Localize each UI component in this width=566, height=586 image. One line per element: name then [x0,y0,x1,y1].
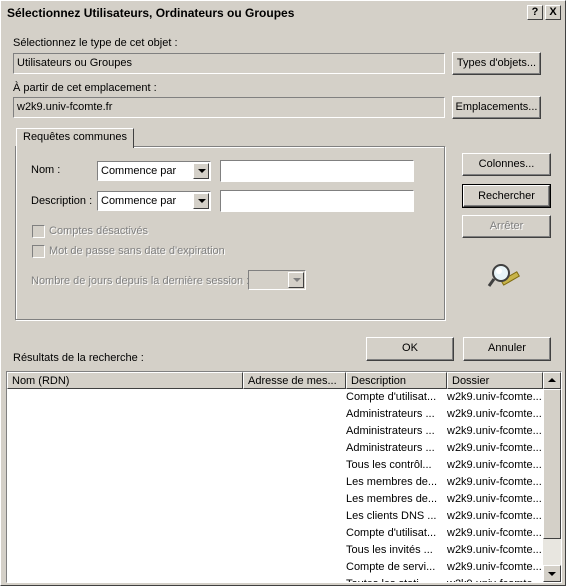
help-button[interactable]: ? [527,5,543,20]
ok-button[interactable]: OK [366,337,454,361]
row-description: Compte d'utilisat... [346,527,437,539]
object-types-button[interactable]: Types d'objets... [452,52,541,75]
description-mode-value: Commence par [101,195,177,207]
description-mode-select[interactable]: Commence par [97,191,211,211]
table-row[interactable]: Administrateurs de l'entrepriseAdministr… [7,406,543,423]
row-folder: w2k9.univ-fcomte... [447,544,542,556]
table-row[interactable]: InvitéCompte d'utilisat...w2k9.univ-fcom… [7,525,543,542]
name-label: Nom : [31,164,61,176]
table-row[interactable]: DnsUpdateProxyLes clients DNS ...w2k9.un… [7,508,543,525]
description-input[interactable] [220,190,414,212]
row-description: Les clients DNS ... [346,510,437,522]
row-folder: w2k9.univ-fcomte... [447,408,542,420]
days-since-logon-label: Nombre de jours depuis la dernière sessi… [31,275,250,287]
search-button[interactable]: Rechercher [462,184,551,208]
table-row[interactable]: krbtgtCompte de servi...w2k9.univ-fcomte… [7,559,543,576]
row-description: Tous les invités ... [346,544,433,556]
no-expire-password-checkbox[interactable] [32,245,45,258]
column-header-email[interactable]: Adresse de mes... [243,372,346,389]
stop-button[interactable]: Arrêter [462,215,551,238]
row-description: Compte de servi... [346,561,436,573]
disabled-accounts-label: Comptes désactivés [49,225,149,237]
chevron-down-icon[interactable] [193,163,209,179]
cancel-button[interactable]: Annuler [463,337,551,361]
name-input[interactable] [220,160,414,182]
name-mode-select[interactable]: Commence par [97,161,211,181]
row-folder: w2k9.univ-fcomte... [447,425,542,437]
name-mode-value: Commence par [101,165,177,177]
row-description: Administrateurs ... [346,408,435,420]
location-field: w2k9.univ-fcomte.fr [13,97,445,118]
dialog-window: Sélectionnez Utilisateurs, Ordinateurs o… [0,0,566,586]
days-since-logon-select[interactable] [248,270,306,290]
row-description: Toutes les stati... [346,578,442,582]
chevron-down-icon[interactable] [288,272,304,288]
location-label: À partir de cet emplacement : [13,82,157,94]
close-button[interactable]: X [545,5,561,20]
results-header: Nom (RDN) Adresse de mes... Description … [7,372,543,389]
chevron-down-icon[interactable] [193,193,209,209]
column-header-description[interactable]: Description [346,372,447,389]
title-bar[interactable]: Sélectionnez Utilisateurs, Ordinateurs o… [3,3,563,23]
row-folder: w2k9.univ-fcomte... [447,561,542,573]
results-list[interactable]: Nom (RDN) Adresse de mes... Description … [6,371,562,583]
table-row[interactable]: Contrôleurs de domaine en lecture seuleL… [7,491,543,508]
scroll-down-button[interactable] [543,565,561,582]
row-description: Les membres de... [346,476,438,488]
object-type-field: Utilisateurs ou Groupes [13,53,445,74]
row-folder: w2k9.univ-fcomte... [447,527,542,539]
table-row[interactable]: Admins du domaineAdministrateurs ...w2k9… [7,440,543,457]
row-folder: w2k9.univ-fcomte... [447,391,542,403]
tab-common-queries[interactable]: Requêtes communes [16,128,134,148]
column-header-name[interactable]: Nom (RDN) [7,372,243,389]
table-row[interactable]: Administrateurs du schémaAdministrateurs… [7,423,543,440]
disabled-accounts-checkbox[interactable] [32,225,45,238]
scroll-up-button[interactable] [543,372,561,389]
scroll-thumb[interactable] [543,389,561,539]
table-row[interactable]: AdministrateurCompte d'utilisat...w2k9.u… [7,389,543,406]
table-row[interactable]: Contrôleurs de domaine d'entreprise en l… [7,474,543,491]
columns-button[interactable]: Colonnes... [462,153,551,176]
row-folder: w2k9.univ-fcomte... [447,459,542,471]
table-row[interactable]: Contrôleurs de domaineTous les contrôl..… [7,457,543,474]
row-folder: w2k9.univ-fcomte... [447,510,542,522]
results-scrollbar[interactable] [543,372,561,582]
row-description: Les membres de... [346,493,438,505]
search-magnifier-icon [487,262,523,292]
row-description: Compte d'utilisat... [346,391,437,403]
object-type-label: Sélectionnez le type de cet objet : [13,37,178,49]
window-title: Sélectionnez Utilisateurs, Ordinateurs o… [7,6,295,20]
description-label: Description : [31,195,93,207]
row-folder: w2k9.univ-fcomte... [447,493,542,505]
row-description: Administrateurs ... [346,425,435,437]
results-label: Résultats de la recherche : [13,352,144,364]
no-expire-password-label: Mot de passe sans date d'expiration [49,245,225,257]
table-row[interactable]: Invités du domaineTous les invités ...w2… [7,542,543,559]
row-description: Tous les contrôl... [346,459,432,471]
row-description: Administrateurs ... [346,442,435,454]
row-folder: w2k9.univ-fcomte... [447,476,542,488]
locations-button[interactable]: Emplacements... [452,96,541,119]
column-header-folder[interactable]: Dossier [447,372,543,389]
table-row[interactable]: Ordinateurs du domaineToutes les stati..… [7,576,543,582]
row-folder: w2k9.univ-fcomte... [447,578,543,582]
row-folder: w2k9.univ-fcomte... [447,442,542,454]
